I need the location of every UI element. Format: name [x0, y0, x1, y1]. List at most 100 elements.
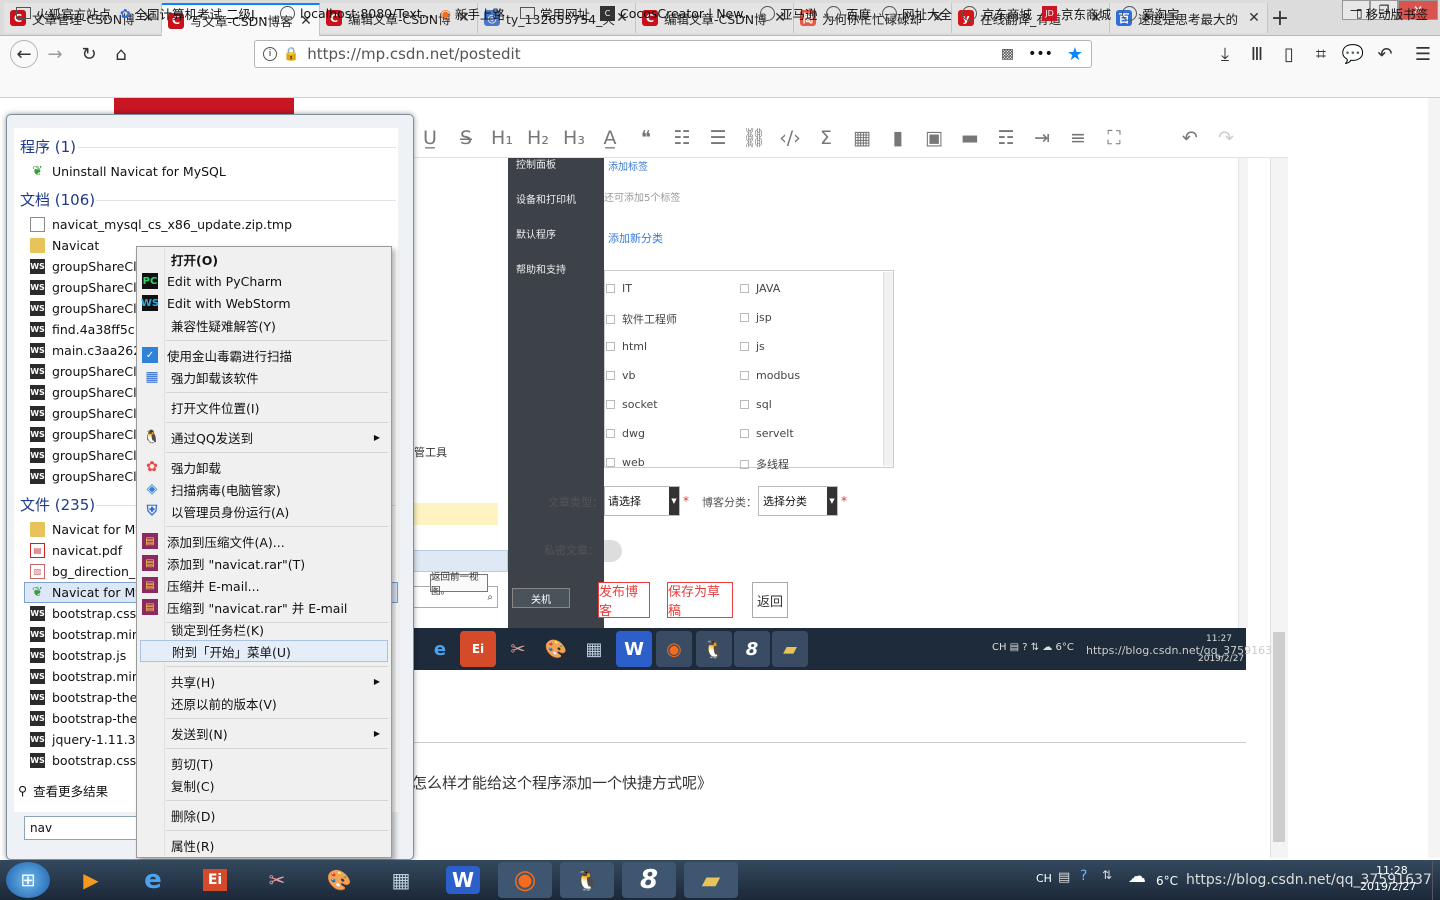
back-button[interactable]: 返回 [752, 582, 788, 618]
paint-icon[interactable]: 🎨 [312, 862, 366, 898]
context-menu-item[interactable]: 还原以前的版本(V) [140, 692, 388, 714]
file-result-item[interactable]: ❦ Navicat for My [30, 582, 136, 603]
add-tag-link[interactable]: 添加标签 [608, 158, 648, 173]
wps-icon[interactable]: W [436, 862, 490, 898]
qq-icon[interactable]: 🐧 [560, 862, 614, 898]
category-checkbox[interactable] [740, 284, 749, 293]
indent-icon[interactable]: ⇥ [1024, 127, 1060, 149]
file-result-item[interactable]: WS bootstrap.css [30, 750, 136, 771]
clock-time[interactable]: 11:28 [1376, 864, 1408, 877]
category-checkbox[interactable] [740, 371, 749, 380]
file-result-item[interactable]: WS bootstrap-ther [30, 708, 136, 729]
files-header[interactable]: 文件 (235) [20, 494, 95, 515]
strikethrough-icon[interactable]: S̶ [448, 127, 484, 149]
context-menu-item[interactable]: WS Edit with WebStorm [140, 292, 388, 314]
snipping-tool-icon[interactable]: ✂ [250, 862, 304, 898]
article-type-select[interactable]: 请选择 ▼ [604, 486, 680, 516]
category-box-scrollbar[interactable] [883, 272, 893, 466]
category-option[interactable]: html [606, 340, 647, 353]
context-menu-item[interactable]: ✓ 使用金山毒霸进行扫描 [140, 344, 388, 366]
page-actions-icon[interactable]: ••• [1028, 46, 1053, 62]
chat-icon[interactable]: 💬 [1340, 42, 1366, 66]
bookmark-item[interactable]: ◉ 新手上路 [440, 4, 505, 22]
undo-icon[interactable]: ↶ [1172, 127, 1208, 149]
category-option[interactable]: 软件工程师 [606, 311, 677, 327]
file-result-item[interactable]: WS bootstrap.min. [30, 624, 136, 645]
category-option[interactable]: servelt [740, 427, 794, 440]
bookmark-item[interactable]: JD 京东商城 [1042, 4, 1111, 22]
table-icon[interactable]: ▦ [844, 127, 880, 149]
library-icon[interactable]: Ⅲ [1244, 42, 1270, 66]
mobile-bookmarks[interactable]: ▯ 移动版书签 [1356, 4, 1428, 22]
save-draft-button[interactable]: 保存为草稿 [667, 582, 733, 619]
doc-result-item[interactable]: WS groupShareCli [30, 445, 136, 466]
category-checkbox[interactable] [606, 429, 615, 438]
category-option[interactable]: IT [606, 282, 632, 295]
see-more-results-link[interactable]: ⚲ 查看更多结果 [18, 780, 108, 801]
hr-icon[interactable]: ▬ [952, 127, 988, 149]
sidebar-icon[interactable]: ▯ [1276, 42, 1302, 66]
category-option[interactable]: modbus [740, 369, 800, 382]
doc-result-item[interactable]: WS main.c3aa262b [30, 340, 136, 361]
language-indicator[interactable]: CH [1036, 872, 1052, 885]
office-icon[interactable]: Ei [188, 862, 242, 898]
toc-icon[interactable]: ☶ [988, 127, 1024, 149]
category-checkbox[interactable] [606, 371, 615, 380]
home-icon[interactable]: ⌂ [108, 42, 134, 66]
page-scrollbar-thumb[interactable] [1273, 632, 1285, 842]
file-result-item[interactable]: WS bootstrap.css [30, 603, 136, 624]
doc-result-item[interactable]: WS groupShareCli [30, 424, 136, 445]
bookmark-item[interactable]: 亚马逊 [760, 4, 818, 22]
context-menu-item[interactable]: 剪切(T) [140, 752, 388, 774]
category-option[interactable]: vb [606, 369, 636, 382]
start-orb[interactable]: ⊞ [6, 862, 50, 898]
doc-result-item[interactable]: navicat_mysql_cs_x86_update.zip.tmp [30, 214, 390, 235]
category-checkbox[interactable] [606, 314, 615, 324]
file-result-item[interactable]: WS bootstrap.js [30, 645, 136, 666]
bookmark-item[interactable]: ✿ 全国计算机考试 二级J... [120, 4, 267, 22]
screenshot-icon[interactable]: ⌗ [1308, 42, 1334, 66]
category-checkbox[interactable] [606, 400, 615, 409]
category-checkbox[interactable] [740, 429, 749, 438]
bookmark-item[interactable]: 京东商城 [962, 4, 1032, 22]
url-text[interactable]: https://mp.csdn.net/postedit [307, 45, 520, 63]
formula-icon[interactable]: Σ [808, 127, 844, 149]
category-checkbox[interactable] [740, 400, 749, 409]
doc-result-item[interactable]: WS groupShareCli [30, 298, 136, 319]
programs-header[interactable]: 程序 (1) [20, 136, 76, 157]
downloads-icon[interactable]: ⤓ [1212, 42, 1238, 66]
explorer-icon[interactable]: ▰ [684, 862, 738, 898]
bookmark-item[interactable]: 网址大全 [882, 4, 952, 22]
context-menu-item[interactable]: ▤ 压缩并 E-mail... [140, 574, 388, 596]
forward-icon[interactable]: → [42, 42, 68, 66]
font-color-icon[interactable]: A̲ [592, 127, 628, 149]
fullscreen-icon[interactable]: ⛶ [1096, 127, 1132, 149]
qr-icon[interactable]: ▩ [1001, 46, 1014, 62]
category-checkbox[interactable] [740, 459, 749, 469]
doc-result-item[interactable]: WS groupShareCli [30, 361, 136, 382]
bookmark-item[interactable]: 常用网址 [520, 4, 590, 22]
image-icon[interactable]: ▣ [916, 127, 952, 149]
context-menu-item[interactable]: ▤ 添加到 "navicat.rar"(T) [140, 552, 388, 574]
bookmark-item[interactable]: 百度 [826, 4, 871, 22]
context-menu-item[interactable]: ▦ 强力卸载该软件 [140, 366, 388, 388]
tray-expand-icon[interactable]: ⇅ [1102, 868, 1112, 882]
doc-result-item[interactable]: WS find.4a38ff5c.js [30, 319, 136, 340]
context-menu-item[interactable]: 兼容性疑难解答(Y) [140, 314, 388, 336]
doc-result-item[interactable]: WS groupShareCli [30, 466, 136, 487]
help-icon[interactable]: ? [1080, 868, 1087, 884]
file-result-item[interactable]: WS bootstrap-ther [30, 687, 136, 708]
chart-icon[interactable]: ▮ [880, 127, 916, 149]
right-scrollbar[interactable] [1428, 98, 1440, 858]
category-checkbox[interactable] [606, 458, 615, 467]
context-menu-item[interactable]: 删除(D) [140, 804, 388, 826]
blog-category-select[interactable]: 选择分类 ▼ [758, 486, 838, 516]
context-menu-item[interactable]: 打开文件位置(I) [140, 396, 388, 418]
file-result-item[interactable]: Navicat for My [30, 519, 136, 540]
program-result-item[interactable]: ❦ Uninstall Navicat for MySQL [30, 161, 226, 182]
file-result-item[interactable]: WS jquery-1.11.3.n [30, 729, 136, 750]
reload-icon[interactable]: ↻ [76, 42, 102, 66]
url-bar[interactable]: i 🔒 https://mp.csdn.net/postedit ▩ ••• ★ [254, 40, 1092, 68]
code-icon[interactable]: ‹/› [772, 127, 808, 149]
category-checkbox[interactable] [740, 313, 749, 322]
